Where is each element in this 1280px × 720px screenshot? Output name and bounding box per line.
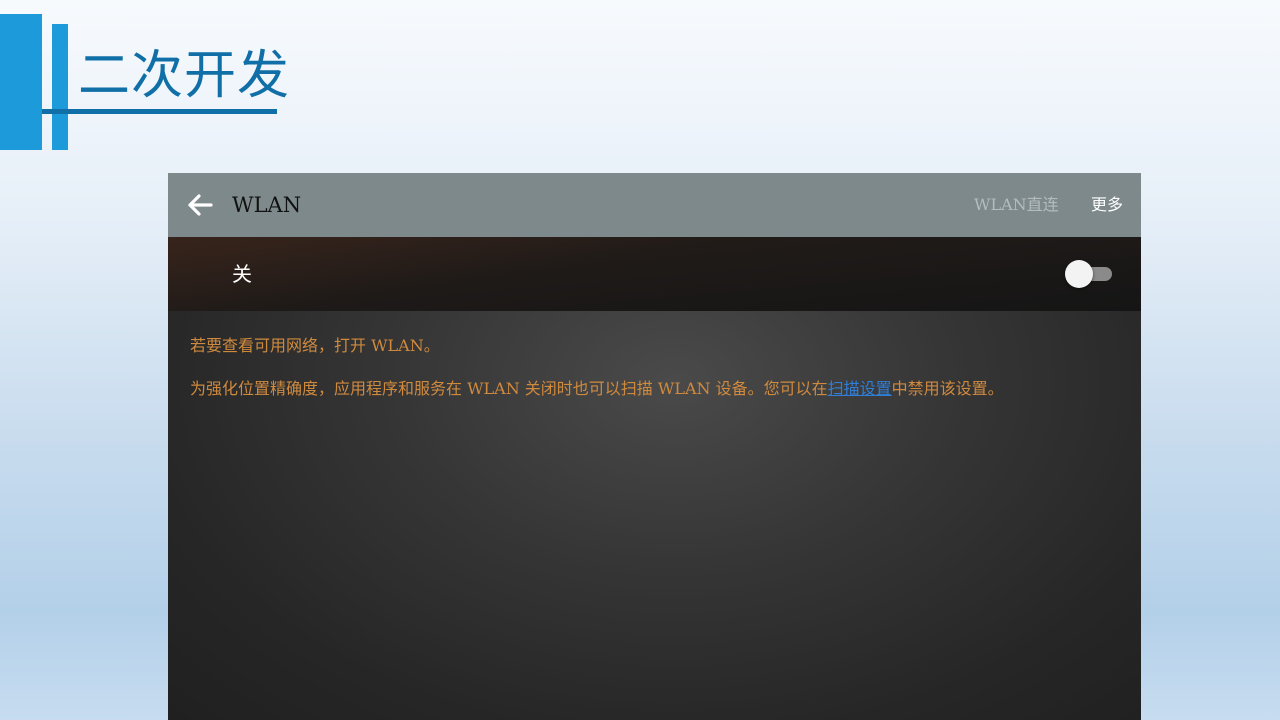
- toggle-thumb: [1065, 260, 1093, 288]
- arrow-left-icon: [188, 194, 213, 216]
- back-button[interactable]: [184, 189, 216, 221]
- wlan-direct-button[interactable]: WLAN直连: [974, 193, 1059, 217]
- app-bar: WLAN WLAN直连 更多: [168, 173, 1141, 237]
- scan-info-text: 为强化位置精确度，应用程序和服务在 WLAN 关闭时也可以扫描 WLAN 设备。…: [190, 378, 1004, 400]
- more-button[interactable]: 更多: [1091, 193, 1123, 217]
- wlan-switch-label: 关: [232, 262, 252, 286]
- slide-title-underline: [42, 109, 277, 114]
- scan-info-prefix: 为强化位置精确度，应用程序和服务在 WLAN 关闭时也可以扫描 WLAN 设备。…: [190, 379, 828, 398]
- wlan-settings-screenshot: WLAN WLAN直连 更多 关 若要查看可用网络，打开 WLAN。 为强化位置…: [168, 173, 1141, 720]
- switch-row-shade: [168, 237, 1141, 311]
- scan-info-suffix: 中禁用该设置。: [891, 379, 1004, 398]
- page-title: WLAN: [232, 193, 302, 217]
- slide-accent-bar: [0, 14, 42, 150]
- slide-title: 二次开发: [78, 46, 291, 106]
- wlan-switch-row[interactable]: 关: [168, 237, 1141, 311]
- scan-settings-link[interactable]: 扫描设置: [828, 379, 892, 398]
- wlan-off-hint: 若要查看可用网络，打开 WLAN。: [190, 336, 440, 355]
- wlan-toggle[interactable]: [1064, 259, 1116, 289]
- slide-accent-bar-thin: [52, 24, 68, 150]
